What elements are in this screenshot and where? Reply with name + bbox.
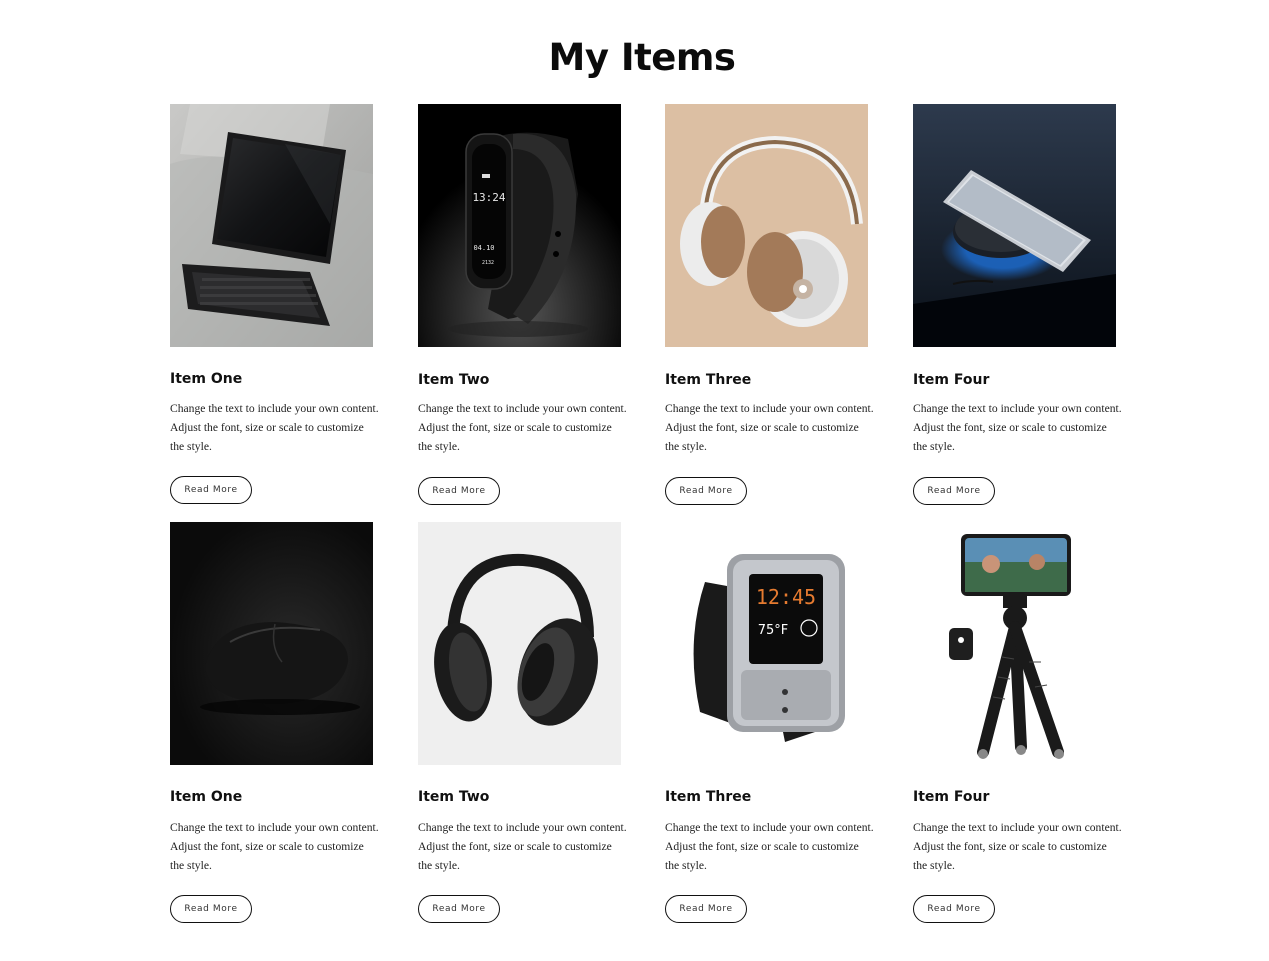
- fitness-band-image[interactable]: 13:24 04.10 2132: [418, 104, 621, 347]
- item-card: Item One Change the text to include your…: [170, 522, 379, 923]
- description-line: Change the text to include your own cont…: [665, 821, 874, 834]
- item-card: Item One Change the text to include your…: [170, 104, 379, 504]
- item-description: Change the text to include your own cont…: [913, 399, 1122, 456]
- read-more-button[interactable]: Read More: [913, 477, 995, 505]
- white-headphones-image[interactable]: [665, 104, 868, 347]
- band-time-text: 13:24: [472, 191, 505, 204]
- description-line: Change the text to include your own cont…: [913, 821, 1122, 834]
- read-more-button[interactable]: Read More: [418, 477, 500, 505]
- item-title: Item Four: [913, 789, 990, 805]
- description-line: Adjust the font, size or scale to custom…: [170, 421, 364, 434]
- item-card: Item Two Change the text to include your…: [418, 522, 627, 923]
- item-card: Item Four Change the text to include you…: [913, 104, 1122, 505]
- item-description: Change the text to include your own cont…: [418, 818, 627, 875]
- band-date-text: 04.10: [473, 244, 494, 252]
- description-line: the style.: [418, 440, 460, 453]
- read-more-button[interactable]: Read More: [913, 895, 995, 923]
- description-line: the style.: [170, 440, 212, 453]
- description-line: the style.: [913, 440, 955, 453]
- description-line: Adjust the font, size or scale to custom…: [418, 840, 612, 853]
- description-line: Adjust the font, size or scale to custom…: [418, 421, 612, 434]
- item-card: Item Three Change the text to include yo…: [665, 104, 874, 505]
- band-steps-text: 2132: [482, 260, 494, 266]
- description-line: Change the text to include your own cont…: [418, 402, 627, 415]
- description-line: the style.: [665, 859, 707, 872]
- description-line: Change the text to include your own cont…: [913, 402, 1122, 415]
- page-title: My Items: [548, 36, 736, 79]
- read-more-button[interactable]: Read More: [665, 895, 747, 923]
- description-line: Adjust the font, size or scale to custom…: [665, 421, 859, 434]
- item-title: Item Two: [418, 372, 490, 388]
- item-title: Item Four: [913, 372, 990, 388]
- item-title: Item One: [170, 789, 243, 805]
- item-description: Change the text to include your own cont…: [913, 818, 1122, 875]
- watch-time-text: 12:45: [756, 585, 816, 609]
- item-card: 13:24 04.10 2132 Item Two Change the tex…: [418, 104, 627, 505]
- tablet-keyboard-image[interactable]: [170, 104, 373, 347]
- item-card: 12:45 75°F Item Three Change the text to…: [665, 522, 874, 923]
- read-more-button[interactable]: Read More: [170, 476, 252, 504]
- description-line: Change the text to include your own cont…: [418, 821, 627, 834]
- description-line: Adjust the font, size or scale to custom…: [665, 840, 859, 853]
- description-line: Change the text to include your own cont…: [170, 402, 379, 415]
- item-description: Change the text to include your own cont…: [170, 399, 379, 456]
- item-title: Item Three: [665, 789, 752, 805]
- item-description: Change the text to include your own cont…: [665, 818, 874, 875]
- description-line: Adjust the font, size or scale to custom…: [170, 840, 364, 853]
- description-line: the style.: [665, 440, 707, 453]
- item-card: Item Four Change the text to include you…: [913, 522, 1122, 923]
- description-line: Change the text to include your own cont…: [170, 821, 379, 834]
- smartwatch-image[interactable]: 12:45 75°F: [665, 522, 868, 765]
- item-description: Change the text to include your own cont…: [665, 399, 874, 456]
- description-line: the style.: [170, 859, 212, 872]
- phone-wireless-charger-image[interactable]: [913, 104, 1116, 347]
- item-title: Item One: [170, 371, 243, 387]
- item-description: Change the text to include your own cont…: [418, 399, 627, 456]
- item-title: Item Three: [665, 372, 752, 388]
- description-line: the style.: [418, 859, 460, 872]
- phone-tripod-image[interactable]: [913, 522, 1116, 765]
- watch-temp-text: 75°F: [758, 623, 789, 638]
- black-headphones-image[interactable]: [418, 522, 621, 765]
- read-more-button[interactable]: Read More: [665, 477, 747, 505]
- item-title: Item Two: [418, 789, 490, 805]
- item-description: Change the text to include your own cont…: [170, 818, 379, 875]
- read-more-button[interactable]: Read More: [418, 895, 500, 923]
- read-more-button[interactable]: Read More: [170, 895, 252, 923]
- description-line: Change the text to include your own cont…: [665, 402, 874, 415]
- description-line: the style.: [913, 859, 955, 872]
- black-mouse-image[interactable]: [170, 522, 373, 765]
- description-line: Adjust the font, size or scale to custom…: [913, 421, 1107, 434]
- description-line: Adjust the font, size or scale to custom…: [913, 840, 1107, 853]
